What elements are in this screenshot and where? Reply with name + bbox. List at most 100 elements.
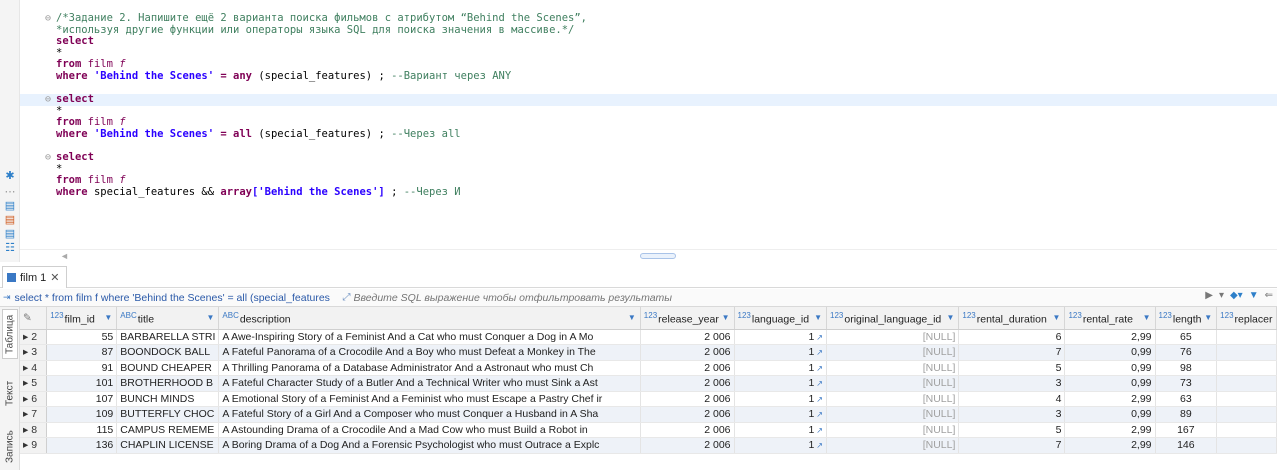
explain-plan-icon[interactable]: ▤ <box>4 228 16 240</box>
row-number[interactable]: ▸ 2 <box>20 329 48 345</box>
cell-language-id[interactable]: 1 ↗ <box>734 375 827 392</box>
cell-release-year[interactable]: 2 006 <box>640 375 735 392</box>
cell-release-year[interactable]: 2 006 <box>640 391 735 407</box>
cell-film-id[interactable]: 55 <box>46 329 118 345</box>
cell-description[interactable]: A Thrilling Panorama of a Database Admin… <box>218 360 641 376</box>
cell-title[interactable]: CAMPUS REMEME <box>116 422 220 438</box>
edit-pencil-icon[interactable]: ✎ <box>23 312 32 324</box>
foreign-key-link-icon[interactable]: ↗ <box>816 441 823 450</box>
cell-language-id[interactable]: 1 ↗ <box>734 406 827 423</box>
sort-arrow-icon[interactable]: ▼ <box>946 313 954 322</box>
cell-language-id[interactable]: 1 ↗ <box>734 344 827 361</box>
editor-horizontal-scrollbar[interactable]: ◄ <box>20 249 1277 262</box>
cell-rental-rate[interactable]: 0,99 <box>1064 360 1156 376</box>
apply-filter-icon[interactable]: ▶ <box>1205 290 1213 301</box>
cell-language-id[interactable]: 1 ↗ <box>734 391 827 407</box>
cell-length[interactable]: 65 <box>1155 329 1218 345</box>
more-dots-icon[interactable]: ⋯ <box>4 186 16 198</box>
table-row[interactable]: ▸ 3 87 BOONDOCK BALL A Fateful Panorama … <box>20 344 1277 361</box>
run-statement-icon[interactable]: ▤ <box>4 214 16 226</box>
column-header[interactable]: ABCtitle ▼ <box>116 307 220 330</box>
cell-length[interactable]: 89 <box>1155 406 1218 423</box>
tab-film-1[interactable]: film 1 ✕ <box>2 266 67 288</box>
cell-language-id[interactable]: 1 ↗ <box>734 437 827 454</box>
cell-release-year[interactable]: 2 006 <box>640 329 735 345</box>
sort-arrow-icon[interactable]: ▼ <box>722 313 730 322</box>
foreign-key-link-icon[interactable]: ↗ <box>816 348 823 357</box>
row-number[interactable]: ▸ 4 <box>20 360 48 376</box>
cell-replacement-cost[interactable] <box>1216 437 1277 454</box>
foreign-key-link-icon[interactable]: ↗ <box>816 379 823 388</box>
cell-replacement-cost[interactable] <box>1216 344 1277 361</box>
column-header[interactable]: 123release_year ▼ <box>640 307 735 330</box>
back-arrow-icon[interactable]: ⇐ <box>1265 290 1273 301</box>
cell-length[interactable]: 167 <box>1155 422 1218 438</box>
column-header[interactable]: 123replacer <box>1216 307 1277 330</box>
row-number[interactable]: ▸ 3 <box>20 344 48 361</box>
cell-original-language-id[interactable]: [NULL] <box>826 344 960 361</box>
cell-rental-rate[interactable]: 2,99 <box>1064 437 1156 454</box>
cell-replacement-cost[interactable] <box>1216 422 1277 438</box>
foreign-key-link-icon[interactable]: ↗ <box>816 364 823 373</box>
tab-text-view[interactable]: Текст <box>2 373 18 413</box>
cell-language-id[interactable]: 1 ↗ <box>734 360 827 376</box>
cell-original-language-id[interactable]: [NULL] <box>826 360 960 376</box>
filter-history-icon[interactable]: ▾ <box>1219 290 1224 301</box>
cell-rental-duration[interactable]: 4 <box>958 391 1066 407</box>
cell-film-id[interactable]: 115 <box>46 422 118 438</box>
cell-rental-duration[interactable]: 5 <box>958 360 1066 376</box>
fold-toggle-icon[interactable]: ⊖ <box>45 94 51 106</box>
cell-film-id[interactable]: 136 <box>46 437 118 454</box>
cell-length[interactable]: 146 <box>1155 437 1218 454</box>
cell-title[interactable]: BUNCH MINDS <box>116 391 220 407</box>
cell-replacement-cost[interactable] <box>1216 360 1277 376</box>
filter-input[interactable] <box>353 291 1174 304</box>
results-grid[interactable]: ✎ 123film_id ▼ ABCtitle ▼ ABCdescription ▼ … <box>20 307 1277 470</box>
cell-title[interactable]: CHAPLIN LICENSE <box>116 437 220 454</box>
cell-rental-rate[interactable]: 2,99 <box>1064 329 1156 345</box>
cell-length[interactable]: 76 <box>1155 344 1218 361</box>
cell-rental-rate[interactable]: 0,99 <box>1064 406 1156 423</box>
column-header[interactable]: 123original_language_id ▼ <box>826 307 960 330</box>
eraser-icon[interactable]: ◆▾ <box>1230 290 1243 301</box>
column-header[interactable]: 123film_id ▼ <box>46 307 118 330</box>
table-row[interactable]: ▸ 6 107 BUNCH MINDS A Emotional Story of… <box>20 391 1277 407</box>
column-header[interactable]: 123rental_duration ▼ <box>958 307 1066 330</box>
sql-editor[interactable]: ✱ ⋯ ▤ ▤ ▤ ☷ ⊖ /*Задание 2. Напишите ещё 2… <box>0 0 1277 262</box>
cell-title[interactable]: BUTTERFLY CHOC <box>116 406 220 423</box>
cell-rental-rate[interactable]: 2,99 <box>1064 422 1156 438</box>
cell-release-year[interactable]: 2 006 <box>640 344 735 361</box>
table-row[interactable]: ▸ 8 115 CAMPUS REMEME A Astounding Drama… <box>20 422 1277 438</box>
cell-rental-rate[interactable]: 2,99 <box>1064 391 1156 407</box>
table-row[interactable]: ▸ 7 109 BUTTERFLY CHOC A Fateful Story o… <box>20 406 1277 423</box>
cell-length[interactable]: 63 <box>1155 391 1218 407</box>
cell-original-language-id[interactable]: [NULL] <box>826 406 960 423</box>
foreign-key-link-icon[interactable]: ↗ <box>816 395 823 404</box>
cell-rental-duration[interactable]: 6 <box>958 329 1066 345</box>
cell-replacement-cost[interactable] <box>1216 406 1277 423</box>
settings-gear-icon[interactable]: ✱ <box>4 170 16 182</box>
column-header[interactable]: 123language_id ▼ <box>734 307 827 330</box>
cell-replacement-cost[interactable] <box>1216 391 1277 407</box>
row-number[interactable]: ▸ 9 <box>20 437 48 454</box>
foreign-key-link-icon[interactable]: ↗ <box>816 333 823 342</box>
sort-arrow-icon[interactable]: ▼ <box>1204 313 1212 322</box>
cell-film-id[interactable]: 109 <box>46 406 118 423</box>
sort-arrow-icon[interactable]: ▼ <box>104 313 112 322</box>
cell-description[interactable]: A Astounding Drama of a Crocodile And a … <box>218 422 641 438</box>
cell-original-language-id[interactable]: [NULL] <box>826 422 960 438</box>
table-row[interactable]: ▸ 9 136 CHAPLIN LICENSE A Boring Drama o… <box>20 437 1277 454</box>
cell-rental-rate[interactable]: 0,99 <box>1064 375 1156 392</box>
foreign-key-link-icon[interactable]: ↗ <box>816 410 823 419</box>
column-header[interactable]: 123rental_rate ▼ <box>1064 307 1156 330</box>
cell-description[interactable]: A Emotional Story of a Feminist And a Fe… <box>218 391 641 407</box>
close-icon[interactable]: ✕ <box>50 271 59 284</box>
cell-rental-duration[interactable]: 3 <box>958 375 1066 392</box>
cell-title[interactable]: BROTHERHOOD B <box>116 375 220 392</box>
cell-film-id[interactable]: 101 <box>46 375 118 392</box>
cell-original-language-id[interactable]: [NULL] <box>826 437 960 454</box>
fold-toggle-icon[interactable]: ⊖ <box>45 152 51 164</box>
filter-expand-icon[interactable]: ⤢ <box>343 292 351 303</box>
row-header-corner[interactable]: ✎ <box>20 307 48 330</box>
cell-release-year[interactable]: 2 006 <box>640 360 735 376</box>
